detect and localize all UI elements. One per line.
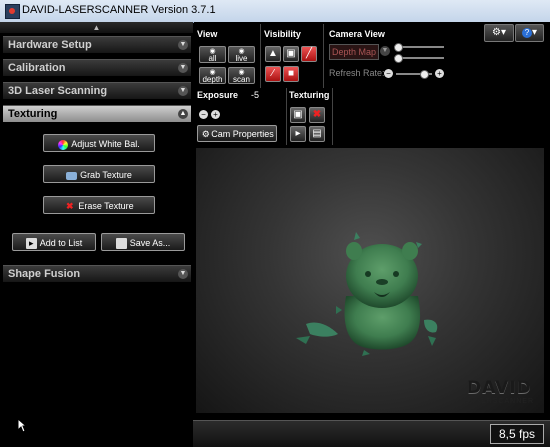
adjust-white-bal-label: Adjust White Bal. <box>71 139 140 149</box>
erase-texture-label: Erase Texture <box>78 201 134 211</box>
left-panel: ▲ Hardware Setup ▼ Calibration ▼ 3D Lase… <box>0 22 193 446</box>
chevron-up-icon: ▲ <box>178 109 188 119</box>
add-to-list-label: Add to List <box>39 238 83 248</box>
toolbar: ⚙▾ ? ▾ View ◉ all ◉ live ◉ depth ◉ scan Visib… <box>194 22 550 147</box>
color-wheel-icon <box>58 139 69 150</box>
view-depth-button[interactable]: ◉ depth <box>199 67 226 84</box>
add-to-list-icon[interactable]: ▸ <box>290 126 306 142</box>
slider-knob[interactable] <box>394 43 403 52</box>
view-scan-label: scan <box>233 75 250 84</box>
chevron-down-icon[interactable]: ▼ <box>380 46 390 56</box>
texturing-group: Texturing ▣ ✖ ▸ ▤ <box>287 88 333 145</box>
mouse-cursor-icon <box>17 418 27 433</box>
exposure-group: Exposure -5 − + ⚙Cam Properties <box>194 88 287 145</box>
slider-knob[interactable] <box>420 70 429 79</box>
camera-view-label: Camera View <box>329 29 385 39</box>
view-depth-label: depth <box>202 75 223 84</box>
chevron-down-icon: ▼ <box>178 63 188 73</box>
section-label: 3D Laser Scanning <box>8 85 108 97</box>
section-label: Calibration <box>8 62 66 74</box>
section-calibration[interactable]: Calibration ▼ <box>3 59 191 77</box>
close-icon: ✖ <box>66 201 74 212</box>
save-as-button[interactable]: Save As... <box>101 233 185 251</box>
save-icon <box>115 238 127 250</box>
section-label: Texturing <box>8 108 58 120</box>
section-label: Shape Fusion <box>8 268 81 280</box>
help-icon[interactable]: ? ▾ <box>515 24 544 42</box>
object-visibility-icon[interactable]: ■ <box>283 66 299 82</box>
increase-icon[interactable]: + <box>435 69 444 78</box>
slider-knob[interactable] <box>394 54 403 63</box>
scanned-object-render <box>296 232 438 356</box>
logo-subtext: LASERSCANNER <box>464 398 534 405</box>
view-all-label: all <box>208 54 217 63</box>
depth-slider-lower[interactable] <box>394 54 444 63</box>
refresh-rate-slider[interactable] <box>396 70 432 79</box>
david-logo: DAVID LASERSCANNER <box>465 378 534 405</box>
3d-viewport[interactable]: DAVID LASERSCANNER <box>196 148 544 413</box>
cam-properties-button[interactable]: ⚙Cam Properties <box>197 125 277 142</box>
chevron-down-icon: ▼ <box>178 269 188 279</box>
collapse-all-button[interactable]: ▲ <box>0 22 193 33</box>
app-icon <box>5 4 20 19</box>
depth-map-button[interactable]: Depth Map <box>329 44 379 60</box>
view-live-label: live <box>235 54 248 63</box>
mesh-visibility-icon[interactable]: ▲ <box>265 46 281 62</box>
grab-texture-button[interactable]: Grab Texture <box>43 165 155 183</box>
section-shape-fusion[interactable]: Shape Fusion ▼ <box>3 265 191 283</box>
view-scan-button[interactable]: ◉ scan <box>228 67 255 84</box>
laser-line-icon[interactable]: ∕ <box>265 66 281 82</box>
view-all-button[interactable]: ◉ all <box>199 46 226 63</box>
settings-gear-icon[interactable]: ⚙▾ <box>484 24 514 42</box>
cam-properties-label: Cam Properties <box>211 129 274 139</box>
section-texturing[interactable]: Texturing ▲ <box>3 105 191 123</box>
status-bar: 8,5 fps <box>193 420 550 447</box>
adjust-white-bal-button[interactable]: Adjust White Bal. <box>43 134 155 152</box>
exposure-value: -5 <box>251 90 260 100</box>
gear-icon: ⚙ <box>201 129 210 140</box>
save-as-label: Save As... <box>129 238 171 248</box>
view-label: View <box>197 29 218 39</box>
camera-visibility-icon[interactable]: ▣ <box>283 46 299 62</box>
erase-texture-icon[interactable]: ✖ <box>309 107 325 123</box>
fps-display: 8,5 fps <box>490 424 544 444</box>
texturing-label: Texturing <box>289 90 330 100</box>
view-group: View ◉ all ◉ live ◉ depth ◉ scan <box>194 24 261 88</box>
erase-texture-button[interactable]: ✖ Erase Texture <box>43 196 155 214</box>
camera-view-group: Camera View Depth Map ▼ Refresh Rate: − … <box>324 24 454 88</box>
exposure-increase-icon[interactable]: + <box>211 110 220 119</box>
decrease-icon[interactable]: − <box>384 69 393 78</box>
visibility-label: Visibility <box>264 29 301 39</box>
window-title: DAVID-LASERSCANNER Version 3.7.1 <box>22 4 216 16</box>
section-label: Hardware Setup <box>8 39 92 51</box>
laser-visibility-icon[interactable]: ╱ <box>301 46 317 62</box>
view-live-button[interactable]: ◉ live <box>228 46 255 63</box>
grab-texture-label: Grab Texture <box>80 170 132 180</box>
depth-slider-upper[interactable] <box>394 43 444 52</box>
section-hardware-setup[interactable]: Hardware Setup ▼ <box>3 36 191 54</box>
logo-text: DAVID <box>467 378 532 398</box>
chevron-down-icon: ▼ <box>178 86 188 96</box>
window-titlebar: DAVID-LASERSCANNER Version 3.7.1 <box>0 0 550 23</box>
add-to-list-button[interactable]: ▸ Add to List <box>12 233 96 251</box>
exposure-label: Exposure <box>197 90 239 100</box>
chevron-down-icon: ▼ <box>178 40 188 50</box>
save-icon[interactable]: ▤ <box>309 126 325 142</box>
add-icon: ▸ <box>25 238 37 250</box>
section-3d-laser-scanning[interactable]: 3D Laser Scanning ▼ <box>3 82 191 100</box>
exposure-decrease-icon[interactable]: − <box>199 110 208 119</box>
visibility-group: Visibility ▲ ▣ ╱ ∕ ■ <box>261 24 324 88</box>
camera-icon <box>66 171 78 180</box>
grab-texture-icon[interactable]: ▣ <box>290 107 306 123</box>
refresh-rate-label: Refresh Rate: <box>329 68 385 78</box>
